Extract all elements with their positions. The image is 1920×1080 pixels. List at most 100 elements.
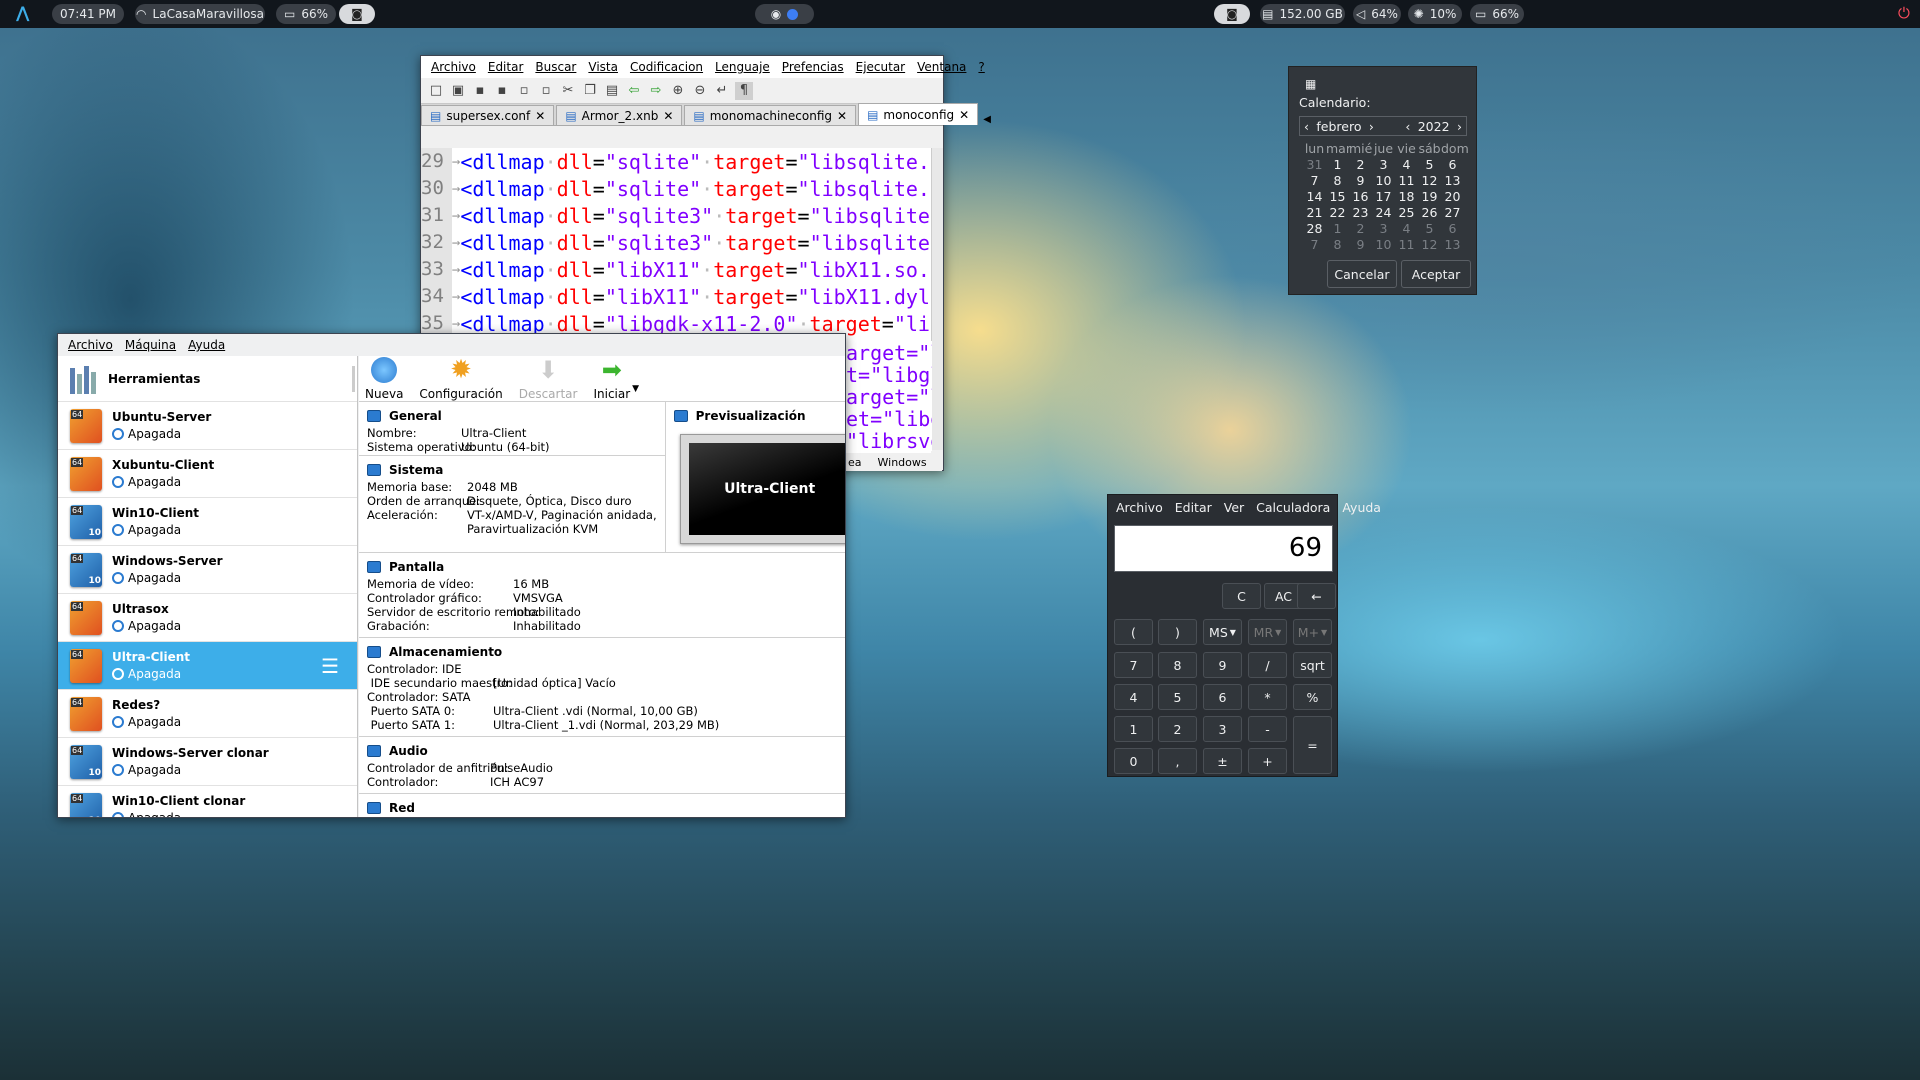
open-paren-button[interactable]: ( <box>1114 619 1153 645</box>
save-all-icon[interactable]: ▪ <box>493 82 511 100</box>
vm-item[interactable]: 64 Ultra-Client Apagada ☰ <box>58 642 357 690</box>
npp-vertical-scrollbar[interactable] <box>931 148 943 450</box>
add-button[interactable]: + <box>1248 748 1287 774</box>
npp-menu-codificacion[interactable]: Codificacion <box>624 60 709 74</box>
calendar-day[interactable]: 17 <box>1372 189 1395 204</box>
tab-monomachineconfig[interactable]: ▤ monomachineconfig ✕ <box>684 105 857 125</box>
close-file-icon[interactable]: ▫ <box>515 82 533 100</box>
npp-menu-editar[interactable]: Editar <box>482 60 530 74</box>
key-5[interactable]: 5 <box>1158 684 1197 710</box>
npp-menu-help[interactable]: ? <box>972 60 990 74</box>
calendar-day[interactable]: 6 <box>1441 221 1464 236</box>
calc-menu-ayuda[interactable]: Ayuda <box>1336 500 1387 515</box>
calc-menu-archivo[interactable]: Archivo <box>1110 500 1169 515</box>
vm-item[interactable]: 64 10 Win10-Client Apagada <box>58 498 357 546</box>
close-paren-button[interactable]: ) <box>1158 619 1197 645</box>
brightness-indicator[interactable]: ✺ 10% <box>1408 4 1462 24</box>
calendar-day[interactable]: 8 <box>1326 237 1349 252</box>
calendar-day[interactable]: 13 <box>1441 173 1464 188</box>
vm-item[interactable]: 64 Ultrasox Apagada <box>58 594 357 642</box>
tools-item[interactable]: Herramientas <box>58 356 357 402</box>
calendar-day[interactable]: 3 <box>1372 157 1395 172</box>
prev-year-icon[interactable]: ‹ <box>1405 119 1410 134</box>
clear-button[interactable]: C <box>1222 583 1261 609</box>
undo-icon[interactable]: ⇦ <box>625 82 643 100</box>
battery-indicator-right[interactable]: ▭ 66% <box>1470 4 1524 24</box>
calendar-day[interactable]: 9 <box>1349 237 1372 252</box>
calendar-day[interactable]: 4 <box>1395 221 1418 236</box>
app-launcher-icon[interactable]: ⋀ <box>16 3 29 22</box>
next-year-icon[interactable]: › <box>1457 119 1462 134</box>
percent-button[interactable]: % <box>1293 684 1332 710</box>
key-2[interactable]: 2 <box>1158 716 1197 742</box>
calendar-day[interactable]: 16 <box>1349 189 1372 204</box>
calendar-day[interactable]: 3 <box>1372 221 1395 236</box>
calendar-day[interactable]: 8 <box>1326 173 1349 188</box>
tab-monoconfig[interactable]: ▤ monoconfig ✕ <box>858 103 979 125</box>
start-dropdown-icon[interactable]: ▼ <box>632 384 639 394</box>
npp-menu-archivo[interactable]: Archivo <box>425 60 482 74</box>
key-9[interactable]: 9 <box>1203 652 1242 678</box>
vbox-menu-archivo[interactable]: Archivo <box>62 338 119 352</box>
npp-menu-ejecutar[interactable]: Ejecutar <box>850 60 912 74</box>
vm-item[interactable]: 64 Ubuntu-Server Apagada <box>58 402 357 450</box>
calendar-day[interactable]: 5 <box>1418 221 1441 236</box>
vm-item[interactable]: 64 10 Windows-Server clonar Apagada <box>58 738 357 786</box>
vm-menu-icon[interactable]: ☰ <box>321 654 339 678</box>
ghost-indicator-right[interactable]: ◙ <box>1214 4 1250 24</box>
open-file-icon[interactable]: ▣ <box>449 82 467 100</box>
calendar-day[interactable]: 1 <box>1326 221 1349 236</box>
calendar-day[interactable]: 12 <box>1418 173 1441 188</box>
zoom-out-icon[interactable]: ⊖ <box>691 82 709 100</box>
npp-menu-ventana[interactable]: Ventana <box>911 60 972 74</box>
save-icon[interactable]: ▪ <box>471 82 489 100</box>
vm-item[interactable]: 64 Xubuntu-Client Apagada <box>58 450 357 498</box>
prev-month-icon[interactable]: ‹ <box>1304 119 1309 134</box>
subtract-button[interactable]: - <box>1248 716 1287 742</box>
plus-minus-button[interactable]: ± <box>1203 748 1242 774</box>
calc-menu-editar[interactable]: Editar <box>1169 500 1218 515</box>
calendar-day[interactable]: 14 <box>1303 189 1326 204</box>
calendar-day[interactable]: 15 <box>1326 189 1349 204</box>
calendar-day[interactable]: 11 <box>1395 173 1418 188</box>
wifi-indicator[interactable]: ◠ LaCasaMaravillosa <box>135 4 265 24</box>
calendar-day[interactable]: 9 <box>1349 173 1372 188</box>
cancel-button[interactable]: Cancelar <box>1327 260 1397 288</box>
calendar-day[interactable]: 18 <box>1395 189 1418 204</box>
show-all-chars-icon[interactable]: ¶ <box>735 81 753 100</box>
calendar-day[interactable]: 11 <box>1395 237 1418 252</box>
calendar-day[interactable]: 25 <box>1395 205 1418 220</box>
calendar-day[interactable]: 23 <box>1349 205 1372 220</box>
vbox-menu-maquina[interactable]: Máquina <box>119 338 182 352</box>
calendar-day[interactable]: 2 <box>1349 221 1372 236</box>
vm-item[interactable]: 64 Redes? Apagada <box>58 690 357 738</box>
npp-menu-prefencias[interactable]: Prefencias <box>776 60 850 74</box>
clock[interactable]: 07:41 PM <box>52 4 124 24</box>
vbox-menu-ayuda[interactable]: Ayuda <box>182 338 231 352</box>
key-1[interactable]: 1 <box>1114 716 1153 742</box>
paste-icon[interactable]: ▤ <box>603 82 621 100</box>
key-4[interactable]: 4 <box>1114 684 1153 710</box>
calendar-day[interactable]: 28 <box>1303 221 1326 236</box>
backspace-button[interactable]: ← <box>1297 583 1336 609</box>
tab-supersex-conf[interactable]: ▤ supersex.conf ✕ <box>421 105 555 125</box>
wrap-icon[interactable]: ↵ <box>713 82 731 100</box>
key-6[interactable]: 6 <box>1203 684 1242 710</box>
npp-menu-vista[interactable]: Vista <box>582 60 624 74</box>
copy-icon[interactable]: ❐ <box>581 82 599 100</box>
volume-indicator[interactable]: ◁ 64% <box>1353 4 1401 24</box>
calendar-day[interactable]: 12 <box>1418 237 1441 252</box>
calendar-day[interactable]: 10 <box>1372 173 1395 188</box>
sqrt-button[interactable]: sqrt <box>1293 652 1332 678</box>
calendar-day[interactable]: 1 <box>1326 157 1349 172</box>
npp-menu-buscar[interactable]: Buscar <box>529 60 582 74</box>
zoom-in-icon[interactable]: ⊕ <box>669 82 687 100</box>
vm-item[interactable]: 64 10 Windows-Server Apagada <box>58 546 357 594</box>
key-7[interactable]: 7 <box>1114 652 1153 678</box>
vm-item[interactable]: 64 10 Win10-Client clonar Apagada <box>58 786 357 817</box>
calendar-day[interactable]: 19 <box>1418 189 1441 204</box>
key-3[interactable]: 3 <box>1203 716 1242 742</box>
calendar-day[interactable]: 26 <box>1418 205 1441 220</box>
calendar-day[interactable]: 27 <box>1441 205 1464 220</box>
ghost-indicator[interactable]: ◙ <box>339 4 375 24</box>
